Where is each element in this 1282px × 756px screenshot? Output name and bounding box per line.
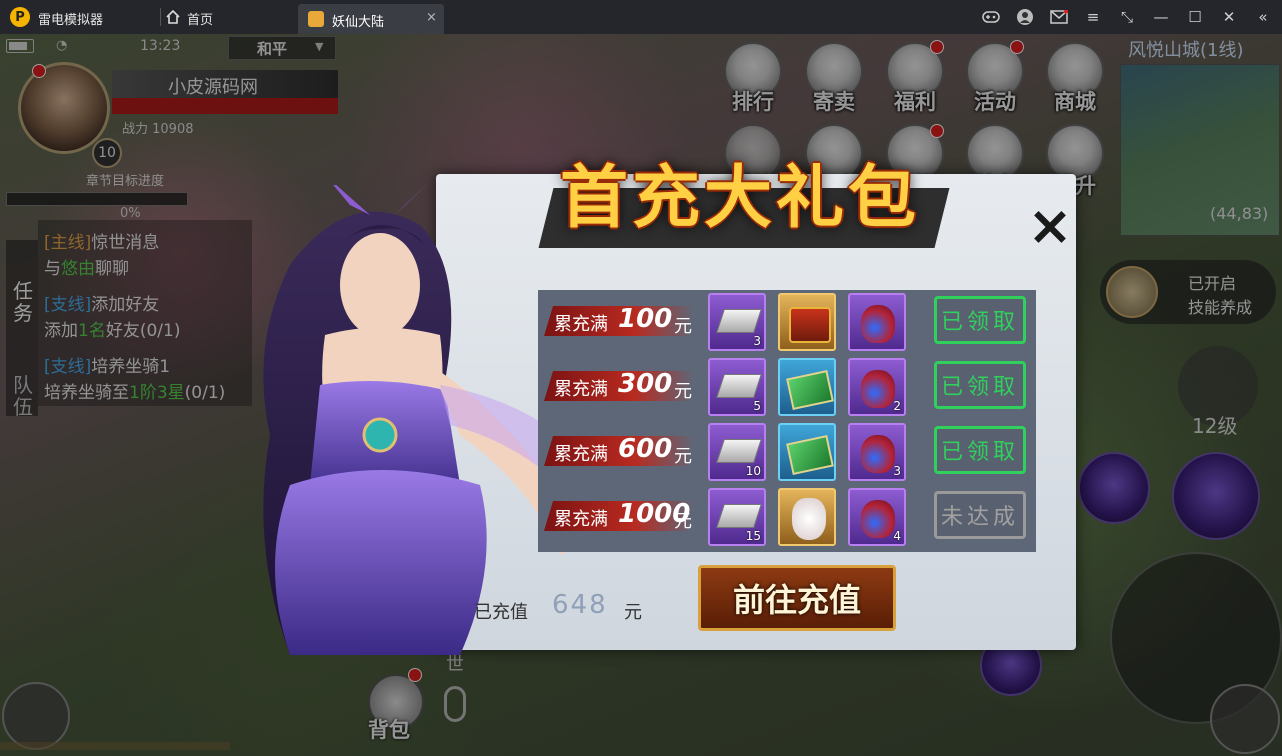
charged-amount: 648 bbox=[552, 590, 608, 620]
tier-unit: 元 bbox=[674, 381, 692, 402]
charged-label: 已充值 bbox=[474, 602, 528, 623]
close-icon[interactable]: ✕ bbox=[1218, 7, 1240, 27]
tier-label: 累充满 600 bbox=[544, 436, 694, 466]
tier-label: 累充满 1000 bbox=[544, 501, 694, 531]
resize-icon[interactable]: ⤡ bbox=[1116, 7, 1138, 27]
tier-unit: 元 bbox=[674, 446, 692, 467]
emulator-titlebar: P 雷电模拟器 首页 妖仙大陆 × ≡ ⤡ — ☐ ✕ « bbox=[0, 0, 1282, 35]
gamepad-icon[interactable] bbox=[980, 7, 1002, 27]
gift-box-icon bbox=[786, 434, 834, 476]
game-app-icon bbox=[308, 11, 324, 27]
home-icon[interactable] bbox=[166, 10, 180, 24]
tier-prefix: 累充满 bbox=[554, 509, 608, 530]
reward-tier-row: 累充满 100 元 3 已领取 bbox=[538, 290, 1036, 355]
item-count: 10 bbox=[745, 464, 761, 478]
reward-item-silver[interactable]: 10 bbox=[708, 423, 766, 481]
tier-unit: 元 bbox=[674, 316, 692, 337]
claimed-button[interactable]: 已领取 bbox=[934, 361, 1026, 409]
claimed-button[interactable]: 已领取 bbox=[934, 296, 1026, 344]
tier-amount: 600 bbox=[618, 434, 673, 464]
gem-pouch-icon bbox=[861, 305, 895, 343]
item-count: 3 bbox=[753, 334, 761, 348]
close-tab-icon[interactable]: × bbox=[426, 10, 437, 25]
reward-item-chest[interactable] bbox=[778, 293, 836, 351]
divider bbox=[160, 8, 161, 26]
item-count: 5 bbox=[753, 399, 761, 413]
item-count: 3 bbox=[893, 464, 901, 478]
item-count: 2 bbox=[893, 399, 901, 413]
reward-tier-row: 累充满 1000 元 15 4 未达成 bbox=[538, 485, 1036, 550]
sidebar-toggle-icon[interactable]: « bbox=[1252, 7, 1274, 27]
account-icon[interactable] bbox=[1014, 7, 1036, 27]
silver-ingot-icon bbox=[716, 309, 762, 333]
go-recharge-button[interactable]: 前往充值 bbox=[698, 565, 896, 631]
gem-pouch-icon bbox=[861, 435, 895, 473]
silver-ingot-icon bbox=[716, 504, 762, 528]
item-count: 4 bbox=[893, 529, 901, 543]
maximize-icon[interactable]: ☐ bbox=[1184, 7, 1206, 27]
tier-amount: 300 bbox=[618, 369, 673, 399]
reward-item-pouch[interactable]: 3 bbox=[848, 423, 906, 481]
minimize-icon[interactable]: — bbox=[1150, 7, 1172, 27]
reward-item-gift[interactable] bbox=[778, 423, 836, 481]
claimed-button[interactable]: 已领取 bbox=[934, 426, 1026, 474]
tier-prefix: 累充满 bbox=[554, 444, 608, 465]
reward-item-silver[interactable]: 15 bbox=[708, 488, 766, 546]
gem-pouch-icon bbox=[861, 370, 895, 408]
game-tab-label: 妖仙大陆 bbox=[332, 15, 385, 30]
tier-amount: 100 bbox=[618, 304, 673, 334]
close-dialog-button[interactable]: × bbox=[1022, 198, 1078, 254]
gem-pouch-icon bbox=[861, 500, 895, 538]
tier-unit: 元 bbox=[674, 511, 692, 532]
reward-item-mount[interactable] bbox=[778, 488, 836, 546]
reward-tier-row: 累充满 300 元 5 2 已领取 bbox=[538, 355, 1036, 420]
reward-tiers-table: 累充满 100 元 3 已领取 累充满 300 元 5 2 已领取 累充满 60… bbox=[538, 290, 1036, 552]
reward-item-pouch[interactable]: 2 bbox=[848, 358, 906, 416]
reward-item-pouch[interactable] bbox=[848, 293, 906, 351]
emulator-app-name: 雷电模拟器 bbox=[38, 13, 104, 28]
silver-ingot-icon bbox=[716, 439, 762, 463]
silver-ingot-icon bbox=[716, 374, 762, 398]
home-tab[interactable]: 首页 bbox=[187, 9, 213, 28]
emulator-logo-icon: P bbox=[10, 7, 30, 27]
mail-icon[interactable] bbox=[1048, 7, 1070, 27]
treasure-chest-icon bbox=[789, 307, 831, 343]
item-count: 15 bbox=[745, 529, 761, 543]
tier-prefix: 累充满 bbox=[554, 314, 608, 335]
tier-label: 累充满 300 bbox=[544, 371, 694, 401]
not-reached-button[interactable]: 未达成 bbox=[934, 491, 1026, 539]
tier-prefix: 累充满 bbox=[554, 379, 608, 400]
reward-tier-row: 累充满 600 元 10 3 已领取 bbox=[538, 420, 1036, 485]
game-tab[interactable]: 妖仙大陆 × bbox=[298, 4, 444, 34]
reward-item-silver[interactable]: 5 bbox=[708, 358, 766, 416]
dialog-title: 首充大礼包 bbox=[559, 158, 920, 238]
reward-item-pouch[interactable]: 4 bbox=[848, 488, 906, 546]
tier-label: 累充满 100 bbox=[544, 306, 694, 336]
reward-item-gift[interactable] bbox=[778, 358, 836, 416]
charged-unit: 元 bbox=[624, 602, 642, 623]
gift-box-icon bbox=[786, 369, 834, 411]
menu-icon[interactable]: ≡ bbox=[1082, 7, 1104, 27]
rabbit-mount-icon bbox=[792, 498, 826, 540]
reward-item-silver[interactable]: 3 bbox=[708, 293, 766, 351]
